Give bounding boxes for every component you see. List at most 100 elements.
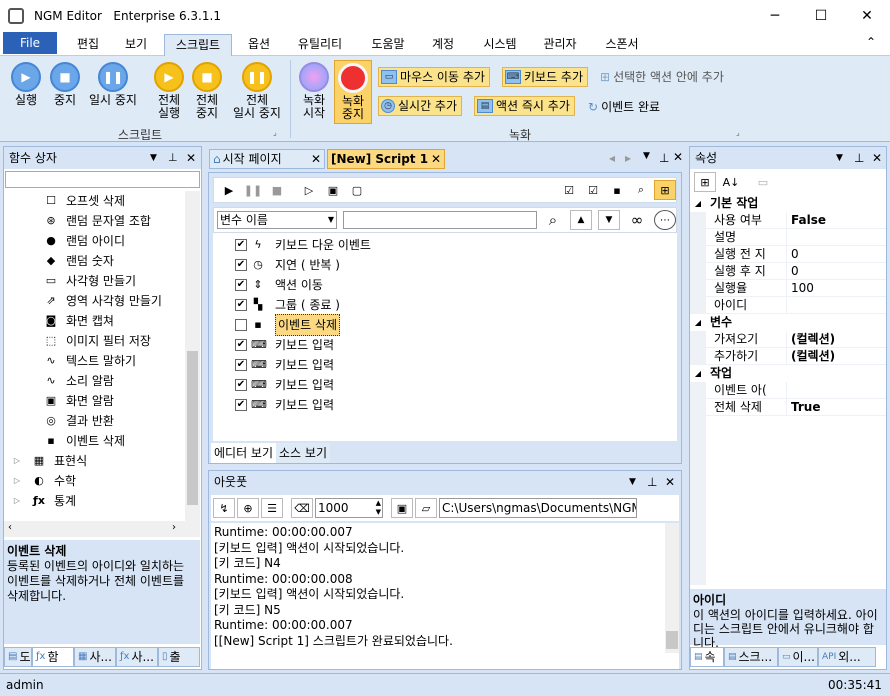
function-item[interactable]: ▪ 이벤트 삭제 (44, 431, 185, 451)
check-icon[interactable]: ☑ (582, 180, 604, 200)
spinner-icon[interactable]: ▲ ▼ (376, 499, 381, 517)
move-up-icon[interactable]: ▲ (570, 210, 592, 230)
function-group[interactable]: ▷ ▦ 표현식 (10, 451, 185, 471)
add-realtime-button[interactable]: ◷ 실시간 추가 (378, 96, 463, 116)
function-item[interactable]: ● 랜덤 아이디 (44, 231, 185, 251)
function-search-input[interactable] (5, 171, 200, 188)
action-item[interactable]: ✔ ⌨ 키보드 입력 (235, 375, 677, 395)
run-all-button[interactable]: ▶ 전체 실행 (150, 62, 188, 120)
function-item[interactable]: ◙ 화면 캡쳐 (44, 311, 185, 331)
action-item[interactable]: ✔ ▚ 그룹 ( 종료 ) (235, 295, 677, 315)
tab-help[interactable]: 도움말 (360, 34, 416, 56)
variable-select[interactable]: 변수 이름 ▼ (217, 211, 337, 229)
tab-utility[interactable]: 유틸리티 (286, 34, 354, 56)
left-tab[interactable]: ▤ 도 (4, 647, 32, 667)
collapse-ribbon-icon[interactable]: ⌃ (866, 35, 876, 49)
action-checkbox[interactable]: ✔ (235, 259, 247, 271)
maximize-button[interactable]: ☐ (798, 0, 844, 32)
action-checkbox[interactable] (235, 319, 247, 331)
file-tab[interactable]: File (3, 32, 57, 54)
action-checkbox[interactable]: ✔ (235, 239, 247, 251)
tab-sponsor[interactable]: 스폰서 (594, 34, 650, 56)
search-icon[interactable]: ⌕ (630, 180, 652, 200)
property-category[interactable]: ◢ 기본 작업 (690, 195, 886, 212)
action-checkbox[interactable]: ✔ (235, 299, 247, 311)
sort-az-icon[interactable]: A↓ (720, 172, 742, 192)
dropdown-icon[interactable]: ▼ (150, 147, 157, 169)
property-row[interactable]: 실행 전 지 0 (706, 246, 886, 263)
property-value[interactable]: 0 (786, 263, 886, 279)
add-keyboard-button[interactable]: ⌨ 키보드 추가 (502, 67, 589, 87)
variable-search-input[interactable] (343, 211, 537, 229)
expand-arrow-icon[interactable]: ▷ (10, 494, 24, 508)
expand-arrow-icon[interactable]: ▷ (10, 474, 24, 488)
add-file-icon[interactable]: ⊕ (237, 498, 259, 518)
property-row[interactable]: 전체 삭제 True (706, 399, 886, 416)
function-item[interactable]: ∿ 텍스트 말하기 (44, 351, 185, 371)
auto-scroll-icon[interactable]: ↯ (213, 498, 235, 518)
function-item[interactable]: ∿ 소리 알람 (44, 371, 185, 391)
property-pages-icon[interactable]: ▭ (752, 172, 774, 192)
action-checkbox[interactable]: ✔ (235, 379, 247, 391)
function-item[interactable]: ◎ 결과 반환 (44, 411, 185, 431)
step-frame-icon[interactable]: ▢ (346, 180, 368, 200)
scroll-left-icon[interactable]: ◂ (609, 151, 615, 165)
tab-editor-view[interactable]: 에디터 보기 (211, 443, 277, 463)
play-icon[interactable]: ▶ (218, 180, 240, 200)
property-row[interactable]: 설명 (706, 229, 886, 246)
function-item[interactable]: ⊛ 랜덤 문자열 조합 (44, 211, 185, 231)
add-action-immediately-button[interactable]: ▤ 액션 즉시 추가 (474, 96, 575, 116)
right-tab[interactable]: ▤ 스크... (724, 647, 778, 667)
action-item[interactable]: ✔ ⌨ 키보드 입력 (235, 335, 677, 355)
pin-icon[interactable]: ⊥ (854, 147, 864, 169)
stop-icon[interactable]: ■ (266, 180, 288, 200)
close-icon[interactable]: ✕ (186, 147, 196, 169)
folder-icon[interactable]: ▱ (415, 498, 437, 518)
event-done-button[interactable]: ↻ 이벤트 완료 (588, 97, 660, 117)
output-scrollbar[interactable] (665, 523, 679, 653)
action-checkbox[interactable]: ✔ (235, 339, 247, 351)
function-group[interactable]: ▷ ◐ 수학 (10, 471, 185, 491)
categorized-icon[interactable]: ⊞ (694, 172, 716, 192)
left-tab[interactable]: ▯ 출 (158, 647, 200, 667)
close-icon[interactable]: ✕ (872, 147, 882, 169)
tab-system[interactable]: 시스템 (472, 34, 528, 56)
close-tab-icon[interactable]: ✕ (431, 150, 441, 168)
run-button[interactable]: ▶ 실행 (6, 62, 46, 107)
property-row[interactable]: 실행 후 지 0 (706, 263, 886, 280)
action-item[interactable]: ✔ ◷ 지연 ( 반복 ) (235, 255, 677, 275)
right-tab[interactable]: ▤ 속 (690, 647, 724, 667)
scrollbar-thumb[interactable] (187, 351, 198, 505)
expand-arrow-icon[interactable]: ▷ (10, 454, 24, 468)
function-tree-scrollbar[interactable] (185, 191, 200, 521)
pause-all-button[interactable]: ❚❚ 전체 일시 중지 (228, 62, 286, 120)
property-value[interactable]: 0 (786, 246, 886, 262)
action-item[interactable]: ✔ ϟ 키보드 다운 이벤트 (235, 235, 677, 255)
action-item[interactable]: ✔ ⌨ 키보드 입력 (235, 355, 677, 375)
move-down-icon[interactable]: ▼ (598, 210, 620, 230)
property-value[interactable]: True (786, 399, 886, 415)
record-stop-button[interactable]: 녹화 중지 (334, 60, 372, 124)
group-launcher-icon[interactable]: ⌟ (273, 128, 277, 137)
stop-button[interactable]: ■ 중지 (46, 62, 84, 107)
dropdown-icon[interactable]: ▼ (836, 147, 843, 169)
property-value[interactable]: (컬렉션) (786, 331, 886, 347)
tab-script-1[interactable]: [New] Script 1 ✕ (327, 149, 445, 169)
property-value[interactable]: False (786, 212, 886, 228)
left-tab[interactable]: ƒx 함 (32, 647, 74, 667)
property-value[interactable] (786, 229, 886, 245)
property-value[interactable] (786, 382, 886, 398)
action-item[interactable]: ▪ 이벤트 삭제 (235, 314, 677, 336)
collapse-icon[interactable]: ◢ (690, 365, 706, 382)
interval-input[interactable]: 1000 ▲ ▼ (315, 498, 383, 518)
pause-button[interactable]: ❚❚ 일시 중지 (84, 62, 142, 107)
close-icon[interactable]: ✕ (673, 150, 683, 164)
pin-icon[interactable]: ⊥ (647, 471, 657, 493)
list-icon[interactable]: ☰ (261, 498, 283, 518)
property-row[interactable]: 사용 여부 False (706, 212, 886, 229)
action-item[interactable]: ✔ ⌨ 키보드 입력 (235, 395, 677, 415)
scrollbar-thumb[interactable] (666, 631, 678, 649)
property-row[interactable]: 실행율 100 (706, 280, 886, 297)
function-item[interactable]: ◆ 랜덤 숫자 (44, 251, 185, 271)
property-category[interactable]: ◢ 변수 (690, 314, 886, 331)
